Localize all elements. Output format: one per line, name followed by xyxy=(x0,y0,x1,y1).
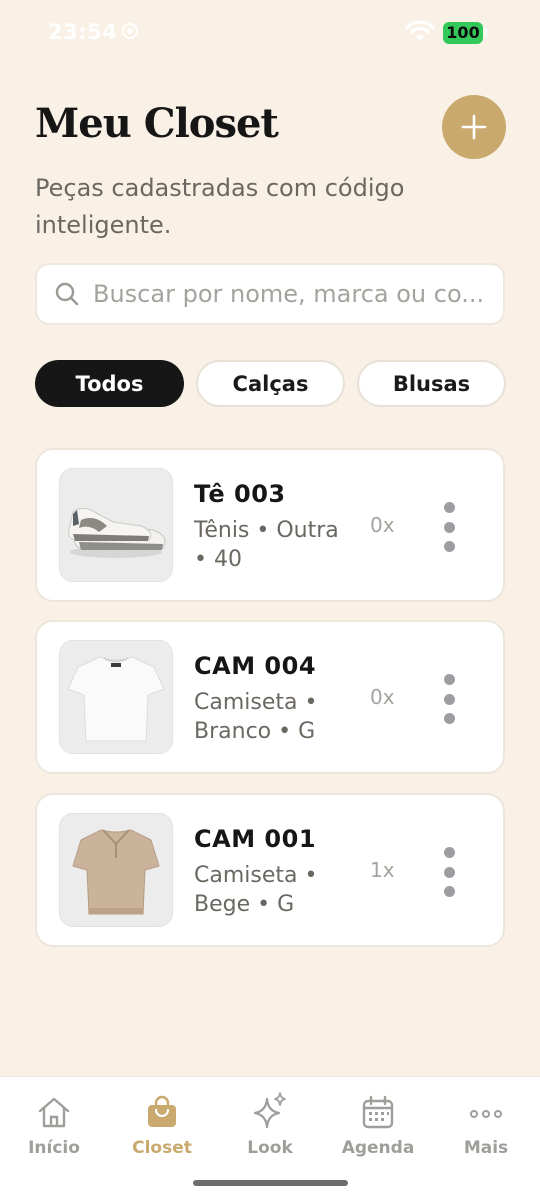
item-name: Tê 003 xyxy=(194,480,286,508)
item-usage-count: 0x xyxy=(370,685,395,709)
home-icon xyxy=(38,1097,70,1128)
battery-indicator: 100 xyxy=(443,22,483,44)
more-options-button[interactable] xyxy=(435,670,463,728)
closet-item-card[interactable]: Tê 003 Tênis • Outra • 40 0x xyxy=(35,448,505,602)
white-tshirt-image xyxy=(59,640,173,754)
item-name: CAM 001 xyxy=(194,825,317,853)
search-input[interactable] xyxy=(91,279,485,309)
beige-polo-image xyxy=(59,813,173,927)
battery-tip xyxy=(484,28,488,37)
item-details: Tênis • Outra • 40 xyxy=(194,518,339,572)
wifi-icon xyxy=(405,21,435,41)
tab-closet[interactable]: Closet xyxy=(108,1091,216,1158)
tab-look[interactable]: Look xyxy=(216,1091,324,1158)
calendar-icon xyxy=(362,1095,394,1129)
tab-label: Início xyxy=(28,1138,80,1158)
filter-chip-label: Blusas xyxy=(392,371,471,396)
closet-item-card[interactable]: CAM 001 Camiseta • Bege • G 1x xyxy=(35,793,505,947)
item-details: Camiseta • Branco • G xyxy=(194,690,318,744)
search-box[interactable] xyxy=(35,263,505,325)
tab-inicio[interactable]: Início xyxy=(0,1091,108,1158)
add-item-button[interactable] xyxy=(442,95,506,159)
tab-mais[interactable]: Mais xyxy=(432,1091,540,1158)
tab-label: Closet xyxy=(132,1138,192,1158)
sparkles-icon xyxy=(253,1092,286,1129)
item-usage-count: 1x xyxy=(370,858,395,882)
tab-agenda[interactable]: Agenda xyxy=(324,1091,432,1158)
sneaker-image xyxy=(59,468,173,582)
closet-item-card[interactable]: CAM 004 Camiseta • Branco • G 0x xyxy=(35,620,505,774)
filter-chip-label: Todos xyxy=(75,371,144,396)
filter-chip-blusas[interactable]: Blusas xyxy=(357,360,506,407)
status-bar: 23:54 100 xyxy=(0,0,540,68)
filter-chip-calcas[interactable]: Calças xyxy=(196,360,345,407)
tab-label: Mais xyxy=(463,1138,509,1158)
item-name: CAM 004 xyxy=(194,652,317,680)
more-options-button[interactable] xyxy=(435,843,463,901)
tab-label: Look xyxy=(247,1138,293,1158)
focus-icon xyxy=(122,23,138,39)
home-indicator xyxy=(193,1180,348,1186)
search-icon xyxy=(55,282,79,306)
page-subtitle: Peças cadastradas com código inteligente… xyxy=(35,174,405,239)
bag-icon xyxy=(148,1095,176,1127)
more-icon xyxy=(470,1110,502,1118)
plus-icon xyxy=(461,114,487,140)
filter-chip-todos[interactable]: Todos xyxy=(35,360,184,407)
filter-chip-label: Calças xyxy=(232,371,309,396)
item-details: Camiseta • Bege • G xyxy=(194,863,318,917)
item-usage-count: 0x xyxy=(370,513,395,537)
page-title: Meu Closet xyxy=(35,100,279,147)
tab-label: Agenda xyxy=(341,1138,415,1158)
status-time: 23:54 xyxy=(48,20,118,44)
more-options-button[interactable] xyxy=(435,498,463,556)
